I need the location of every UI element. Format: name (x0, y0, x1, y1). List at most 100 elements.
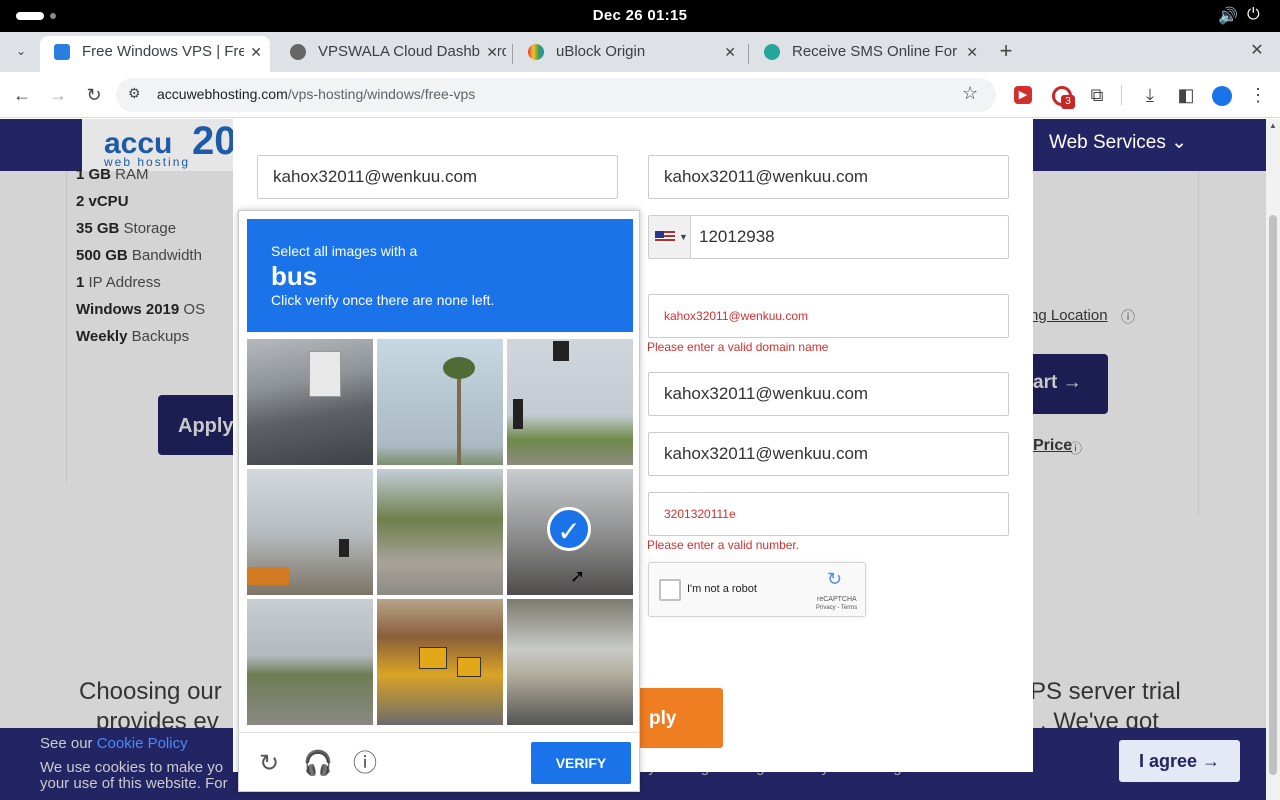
verify-button[interactable]: VERIFY (531, 742, 631, 784)
cart-label: art (1033, 372, 1058, 393)
mouse-cursor-icon: ➚ (570, 566, 586, 586)
cookie-policy-link[interactable]: Cookie Policy (97, 735, 188, 752)
close-tab-icon[interactable]: ✕ (718, 36, 736, 68)
add-to-cart-button[interactable]: art → (1033, 354, 1108, 414)
captcha-tile[interactable] (247, 339, 373, 465)
number-error-message: Please enter a valid number. (647, 538, 800, 552)
forward-icon[interactable]: → (45, 82, 71, 108)
right-email-field[interactable]: kahox32011@wenkuu.com (648, 155, 1009, 199)
tab-free-windows-vps[interactable]: Free Windows VPS | Free ✕ (40, 36, 270, 72)
submit-label: ply (649, 708, 677, 729)
plan-specs-list: 1 GB RAM 2 vCPU 35 GB Storage 500 GB Ban… (76, 161, 205, 350)
reload-icon[interactable]: ↻ (81, 82, 107, 108)
spec-item: Windows 2019 OS (76, 296, 205, 323)
cloud-favicon-icon (54, 44, 70, 60)
phone-input[interactable]: 12012938 (699, 216, 775, 258)
toolbar-divider (1121, 85, 1122, 105)
email-field-3[interactable]: kahox32011@wenkuu.com (648, 372, 1009, 416)
spec-item: 1 IP Address (76, 269, 205, 296)
domain-error-message: Please enter a valid domain name (647, 340, 829, 354)
tab-separator (748, 44, 749, 64)
back-icon[interactable]: ← (9, 82, 35, 108)
email-field-4[interactable]: kahox32011@wenkuu.com (648, 432, 1009, 476)
spec-item: 2 vCPU (76, 188, 205, 215)
system-clock[interactable]: Dec 26 01:15 (0, 7, 1280, 24)
captcha-tile[interactable] (247, 599, 373, 725)
ublock-extension-icon[interactable]: 3 (1052, 86, 1075, 109)
spec-label: OS (179, 301, 206, 318)
captcha-tile[interactable] (247, 469, 373, 595)
phone-field: ▼ 12012938 (648, 215, 1009, 259)
tab-list-dropdown-icon[interactable]: ⌄ (8, 38, 34, 64)
side-panel-icon[interactable]: ◧ (1173, 82, 1199, 108)
help-info-icon[interactable]: ⓘ (351, 750, 379, 778)
nav-web-services[interactable]: Web Services ⌄ (1049, 131, 1187, 154)
left-email-field[interactable]: kahox32011@wenkuu.com (257, 155, 618, 199)
spec-item: 500 GB Bandwidth (76, 242, 205, 269)
page-scrollbar[interactable]: ▲ (1266, 119, 1280, 800)
spec-value: Windows 2019 (76, 301, 180, 318)
close-tab-icon[interactable]: ✕ (244, 36, 262, 68)
price-link[interactable]: Price (1033, 437, 1072, 455)
audio-challenge-icon[interactable]: 🎧 (303, 750, 333, 778)
scrollbar-thumb[interactable] (1269, 215, 1277, 775)
recaptcha-links[interactable]: Privacy - Terms (816, 605, 857, 611)
new-tab-icon[interactable]: + (993, 38, 1019, 64)
captcha-target-word: bus (271, 261, 318, 291)
ublock-favicon-icon (528, 44, 544, 60)
tab-receive-sms[interactable]: Receive SMS Online For ✕ (750, 36, 986, 72)
spec-value: 2 vCPU (76, 193, 129, 210)
selected-checkmark-icon: ✓ (547, 507, 591, 551)
browser-toolbar: ← → ↻ ⚙ accuwebhosting.com/vps-hosting/w… (0, 72, 1280, 118)
info-icon[interactable]: ⓘ (1121, 307, 1135, 327)
close-tab-icon[interactable]: ✕ (480, 36, 498, 68)
volume-icon[interactable]: 🔊 (1218, 6, 1238, 26)
browser-tab-strip: ⌄ Free Windows VPS | Free ✕ VPSWALA Clou… (0, 32, 1280, 72)
us-flag-icon (655, 231, 675, 243)
tab-title: VPSWALA Cloud Dashboard (318, 43, 506, 60)
bookmark-star-icon[interactable]: ☆ (962, 83, 978, 104)
recaptcha-logo-icon: ↻ (827, 569, 843, 589)
spec-label: Bandwidth (127, 247, 202, 264)
power-icon[interactable]: ⏻ (1247, 6, 1260, 24)
cookie-see-our: See our (40, 735, 93, 752)
download-icon[interactable]: ⤓ (1137, 82, 1163, 108)
system-top-bar: Dec 26 01:15 🔊 ⏻ (0, 0, 1280, 32)
price-info-icon[interactable]: ⓘ (1069, 438, 1082, 457)
submit-apply-button[interactable]: ply (633, 688, 723, 748)
i-agree-button[interactable]: I agree → (1119, 740, 1240, 782)
extension-badge: 3 (1061, 95, 1075, 109)
reload-challenge-icon[interactable]: ↻ (255, 750, 283, 778)
extension-red-icon[interactable]: ▶ (1014, 86, 1032, 104)
extensions-puzzle-icon[interactable]: ⧉ (1084, 82, 1110, 108)
captcha-instruction-line: Select all images with a (271, 243, 418, 259)
recaptcha-widget: I'm not a robot ↻ reCAPTCHA Privacy - Te… (648, 562, 866, 617)
url-text[interactable]: accuwebhosting.com/vps-hosting/windows/f… (157, 86, 475, 102)
country-selector[interactable]: ▼ (649, 216, 691, 258)
scroll-up-icon[interactable]: ▲ (1269, 121, 1277, 130)
close-tab-icon[interactable]: ✕ (960, 36, 978, 68)
location-link[interactable]: ng Location (1030, 307, 1108, 324)
tab-title: uBlock Origin (556, 43, 646, 60)
domain-field[interactable]: kahox32011@wenkuu.com (648, 294, 1009, 338)
captcha-tile[interactable] (377, 469, 503, 595)
captcha-tile[interactable] (377, 599, 503, 725)
tab-ublock-origin[interactable]: uBlock Origin ✕ (514, 36, 744, 72)
captcha-tile[interactable] (507, 339, 633, 465)
browser-menu-icon[interactable]: ⋮ (1245, 82, 1271, 108)
apply-button-label: Apply (178, 415, 234, 437)
site-info-icon[interactable]: ⚙ (128, 85, 141, 102)
number-field[interactable]: 3201320111e (648, 492, 1009, 536)
recaptcha-checkbox[interactable] (659, 579, 681, 601)
spec-value: 500 GB (76, 247, 128, 264)
captcha-instruction-line: Click verify once there are none left. (271, 292, 495, 308)
captcha-tile[interactable] (507, 599, 633, 725)
recaptcha-brand: reCAPTCHA (817, 596, 857, 603)
tab-vpswala-dashboard[interactable]: VPSWALA Cloud Dashboard ✕ (276, 36, 506, 72)
close-window-icon[interactable]: ✕ (1244, 38, 1270, 64)
sms-favicon-icon (764, 44, 780, 60)
captcha-tile[interactable] (377, 339, 503, 465)
spec-item: 1 GB RAM (76, 161, 205, 188)
address-bar[interactable]: ⚙ accuwebhosting.com/vps-hosting/windows… (116, 78, 996, 112)
profile-avatar-icon[interactable] (1212, 86, 1232, 106)
